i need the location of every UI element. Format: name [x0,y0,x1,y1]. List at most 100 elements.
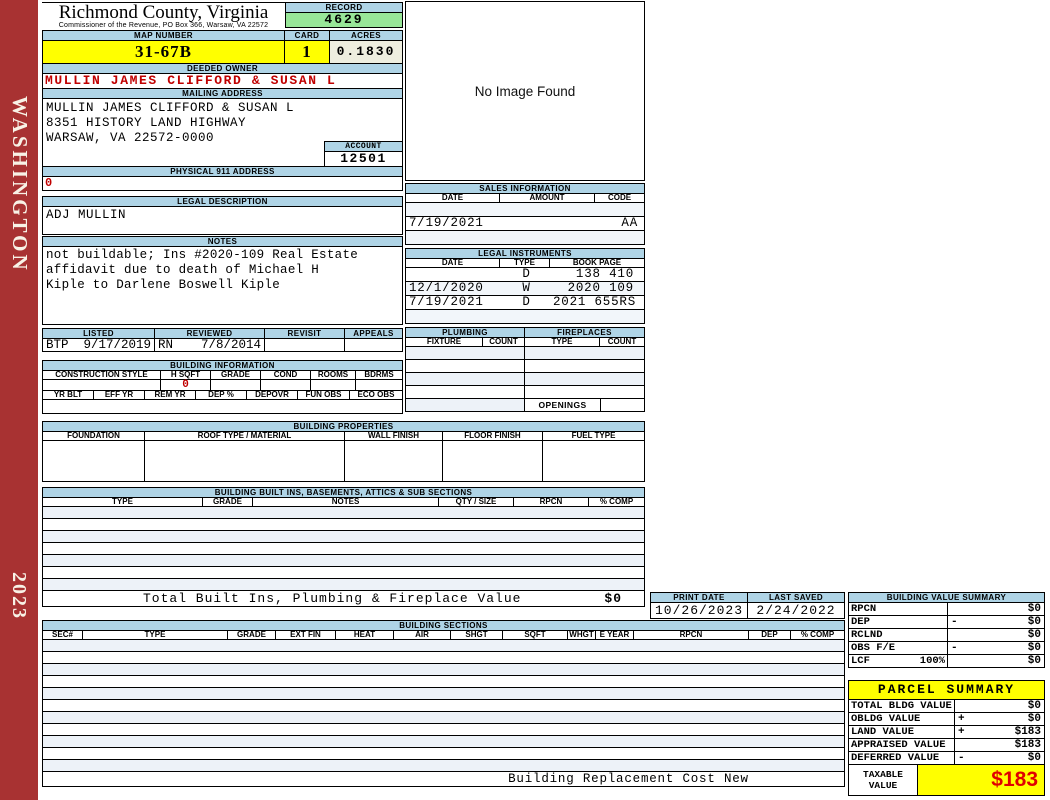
record-box: RECORD 4629 [285,2,403,29]
plumbing-blank-row [405,398,525,412]
bvs-row: RPCN $0 [848,602,1045,616]
built-ins-total-value: $0 [604,591,622,606]
bvs-label: OBS F/E [851,642,896,654]
column-header: SQFT [502,630,568,640]
map-number-value: 31-67B [42,40,285,64]
county-subtitle: Commissioner of the Revenue, PO Box 366,… [58,22,269,29]
property-record-card: WASHINGTON 2023 Richmond County, Virgini… [0,0,1050,800]
legal-instrument-row: 7/19/2021 D 2021 655RS [405,295,645,310]
physical-address-value: 0 [42,176,403,191]
plumbing-blank-row [405,359,525,373]
bvs-op: - [951,642,958,654]
bvs-row: OBS F/E - $0 [848,641,1045,655]
column-header: QTY / SIZE [438,497,514,507]
parcel-label: OBLDG VALUE [851,713,921,725]
column-header: GRADE [227,630,276,640]
sales-information-section: SALES INFORMATION DATE AMOUNT CODE 7/19/… [405,183,645,245]
taxable-value-row: TAXABLE VALUE $183 [848,764,1045,796]
column-header: AIR [393,630,451,640]
bvs-label: RCLND [851,629,883,641]
plumbing-table: PLUMBING FIXTURE COUNT [405,327,525,412]
building-sections-table: BUILDING SECTIONS SEC# TYPE GRADE EXT FI… [42,620,845,787]
sidebar: WASHINGTON 2023 [0,0,38,800]
built-ins-section: BUILDING BUILT INS, BASEMENTS, ATTICS & … [42,487,645,607]
print-date-value: 10/26/2023 [650,602,748,619]
bvs-pct: 100% [919,655,945,667]
plumbing-blank-row [405,385,525,399]
column-header: DATE [405,193,500,203]
bvs-op: - [951,616,958,628]
notes-box: not buildable; Ins #2020-109 Real Estate… [42,246,403,325]
building-properties-section: BUILDING PROPERTIES FOUNDATION ROOF TYPE… [42,421,645,482]
sidebar-district-label: WASHINGTON [8,96,32,273]
taxable-value-amount: $183 [917,764,1045,796]
column-header: GRADE [202,497,253,507]
parcel-value: $183 [1014,739,1041,751]
column-header: % COMP [790,630,845,640]
legal-instrument-row: 12/1/2020 W 2020 109 [405,281,645,296]
sales-row [405,202,645,217]
wall-finish-value [344,440,443,482]
bvs-value: $0 [1027,629,1041,641]
column-header: DEP % [195,390,247,400]
parcel-row: APPRAISED VALUE $183 [848,738,1045,752]
sales-row [405,230,645,245]
parcel-value: $183 [1014,726,1041,738]
column-header: HEAT [335,630,394,640]
foundation-value [42,440,145,482]
column-header: BOOK PAGE [549,258,645,268]
bvs-row: RCLND $0 [848,628,1045,642]
column-header: E YEAR [595,630,634,640]
notes-line: affidavit due to death of Michael H [46,263,320,277]
column-header: NOTES [252,497,439,507]
legal-instruments-section: LEGAL INSTRUMENTS DATE TYPE BOOK PAGE D … [405,248,645,324]
parcel-value: $0 [1027,752,1041,764]
column-header: DATE [405,258,500,268]
column-header: TYPE [82,630,228,640]
column-header: AMOUNT [499,193,595,203]
column-header: WHGT [567,630,596,640]
bvs-label: DEP [851,616,870,628]
account-value: 12501 [324,151,403,167]
mailing-line: 8351 HISTORY LAND HIGHWAY [46,116,247,130]
plumbing-fireplaces-section: PLUMBING FIXTURE COUNT FIREPLACES TYPE C… [405,327,645,412]
sales-row: 7/19/2021 AA [405,216,645,231]
parcel-summary-title: PARCEL SUMMARY [848,680,1045,700]
column-header: CODE [594,193,645,203]
parcel-value: $0 [1027,713,1041,725]
notes-line: Kiple to Darlene Boswell Kiple [46,278,281,292]
column-header: FIXTURE [405,337,483,347]
legal-instrument-row [405,309,645,324]
bvs-value: $0 [1027,655,1041,667]
card-value: 1 [284,40,330,64]
owner-panel: Richmond County, Virginia Commissioner o… [42,2,403,352]
mailing-address-box: MULLIN JAMES CLIFFORD & SUSAN L 8351 HIS… [42,98,403,167]
parcel-summary-section: PARCEL SUMMARY TOTAL BLDG VALUE $0 OBLDG… [848,680,1045,796]
roof-value [144,440,345,482]
fireplaces-blank-row [524,359,645,373]
parcel-label: TOTAL BLDG VALUE [851,700,952,712]
parcel-label: LAND VALUE [851,726,915,738]
openings-value [600,398,645,412]
fireplaces-blank-row [524,346,645,360]
bvs-label: RPCN [851,603,877,615]
column-header: SEC# [42,630,83,640]
openings-label: OPENINGS [524,398,601,412]
acres-value: 0.1830 [329,40,403,64]
built-ins-total-label: Total Built Ins, Plumbing & Fireplace Va… [143,591,522,606]
listed-date: 9/17/2019 [83,338,151,352]
column-header: ECO OBS [349,390,403,400]
notes-line: not buildable; Ins #2020-109 Real Estate [46,248,359,262]
reviewed-value: RN 7/8/2014 [154,338,265,352]
bvs-row: DEP - $0 [848,615,1045,629]
parcel-op: + [958,726,965,738]
parcel-row: TOTAL BLDG VALUE $0 [848,699,1045,713]
building-information-section: BUILDING INFORMATION CONSTRUCTION STYLE … [42,360,403,414]
appeals-value [344,338,403,352]
parcel-label: DEFERRED VALUE [851,752,940,764]
building-info-blank-row [42,399,403,414]
parcel-op: + [958,713,965,725]
last-saved-value: 2/24/2022 [747,602,845,619]
column-header: FUN OBS [297,390,350,400]
floor-finish-value [442,440,543,482]
